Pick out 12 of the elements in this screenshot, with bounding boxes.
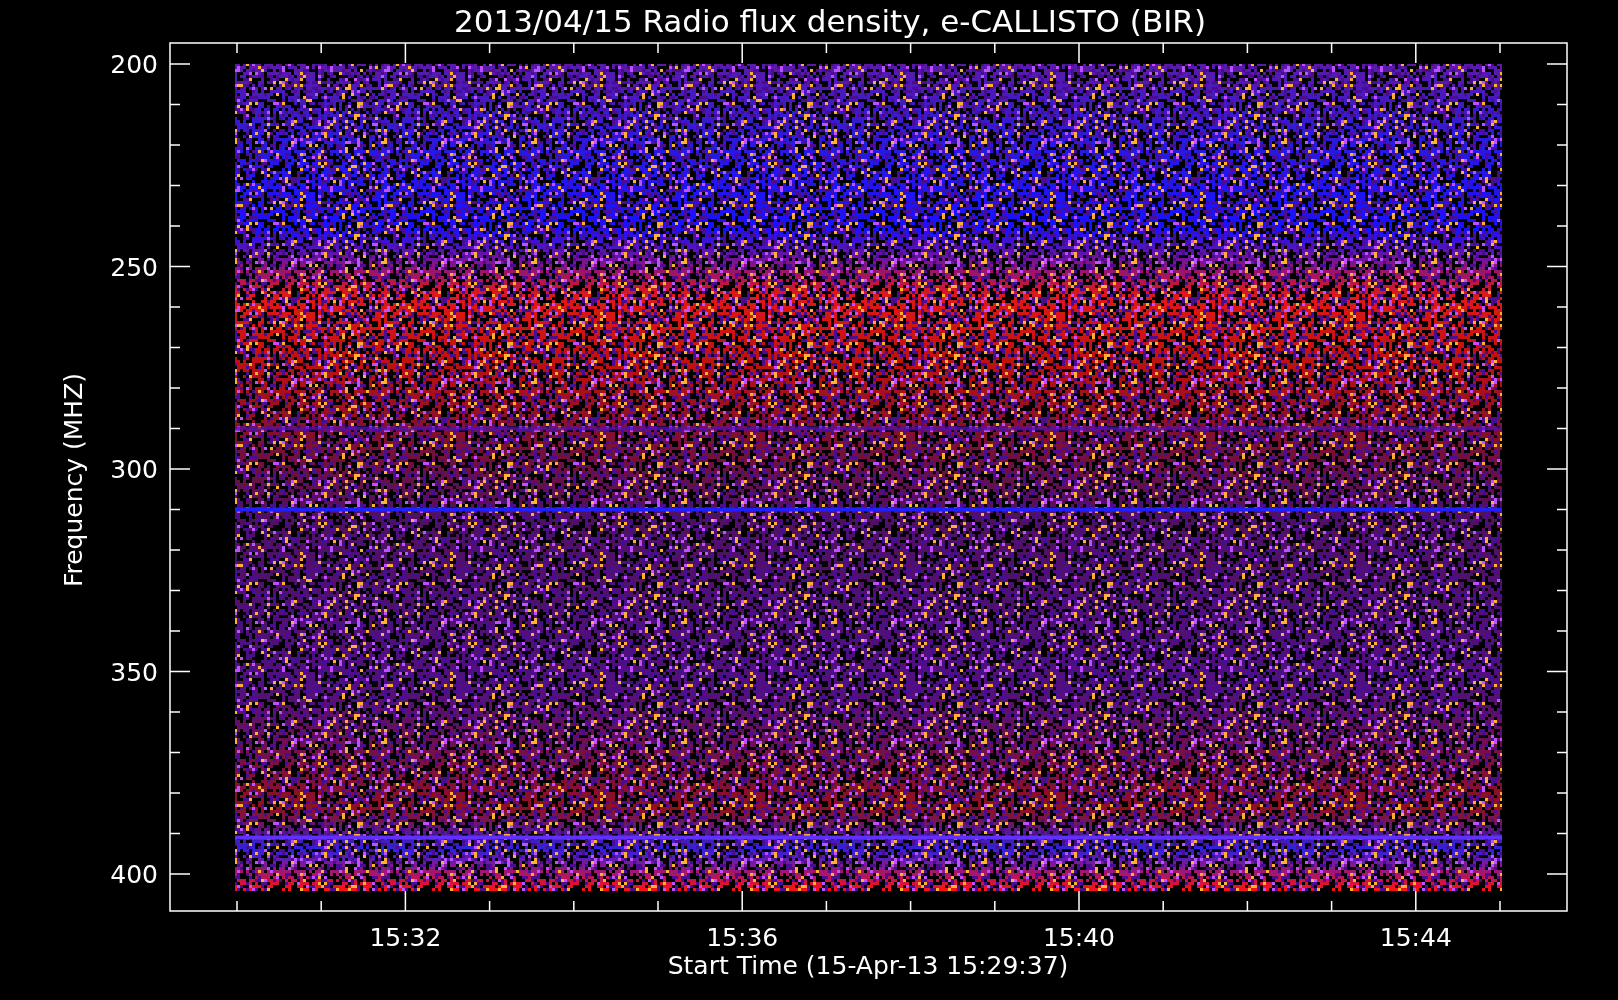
axis-label: Start Time (15-Apr-13 15:29:37) <box>667 951 1069 980</box>
tick-label: 300 <box>110 455 158 484</box>
tick-label: 15:40 <box>1043 923 1115 952</box>
tick-label: 15:32 <box>369 923 442 952</box>
tick-label: 400 <box>110 860 158 889</box>
plot-title: 2013/04/15 Radio flux density, e-CALLISTO (BIR) <box>454 3 1206 39</box>
tick-label: 250 <box>110 252 158 282</box>
tick-label: 15:44 <box>1379 923 1452 952</box>
tick-label: 15:36 <box>706 923 779 952</box>
tick-label: 200 <box>110 50 158 79</box>
axis-label: Frequency (MHZ) <box>59 372 88 588</box>
tick-label: 350 <box>110 657 158 687</box>
